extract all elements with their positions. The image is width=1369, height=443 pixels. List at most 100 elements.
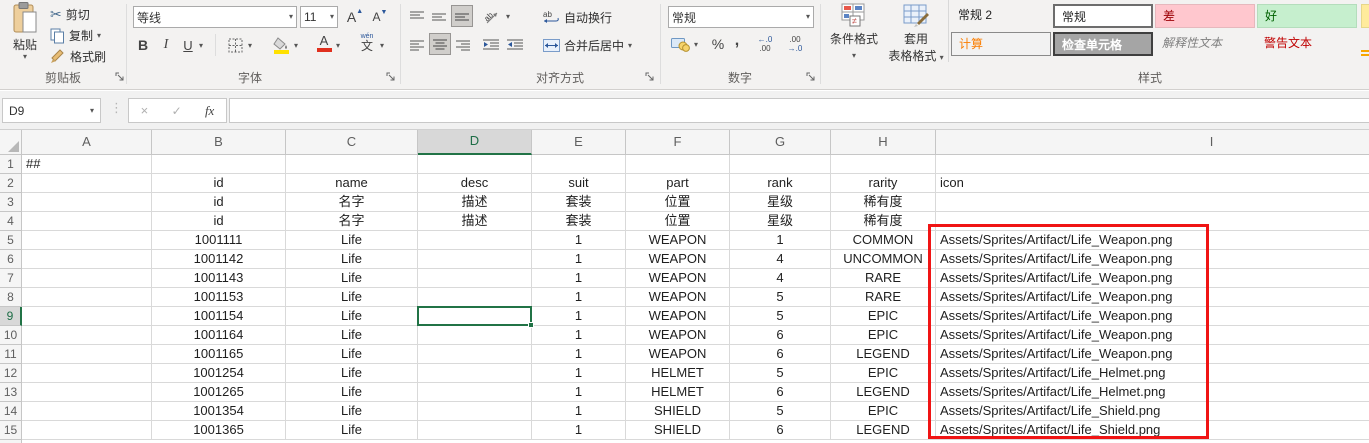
cell-B7[interactable]: 1001143 [152, 269, 286, 288]
cell-B14[interactable]: 1001354 [152, 402, 286, 421]
cell-H8[interactable]: RARE [831, 288, 936, 307]
cell-H12[interactable]: EPIC [831, 364, 936, 383]
cell-G13[interactable]: 6 [730, 383, 831, 402]
increase-indent-button[interactable] [504, 34, 526, 56]
align-bottom-button[interactable] [451, 5, 473, 27]
name-box[interactable]: D9 ▾ [2, 98, 101, 123]
align-right-button[interactable] [453, 34, 473, 56]
cell-H4[interactable]: 稀有度 [831, 212, 936, 231]
cell-F4[interactable]: 位置 [626, 212, 730, 231]
row-header-5[interactable]: 5 [0, 231, 22, 250]
cell-style-check[interactable]: 检查单元格 [1053, 32, 1153, 56]
cell-I15[interactable]: Assets/Sprites/Artifact/Life_Shield.png [936, 421, 1369, 440]
cell-style-calc[interactable]: 计算 [951, 32, 1051, 56]
phonetic-guide-button[interactable]: wén 文 [356, 31, 378, 53]
cell-G11[interactable]: 6 [730, 345, 831, 364]
cell-style-neutral-partial[interactable] [1361, 4, 1369, 28]
cell-I13[interactable]: Assets/Sprites/Artifact/Life_Helmet.png [936, 383, 1369, 402]
column-header-D[interactable]: D [418, 130, 532, 155]
conditional-formatting-button[interactable]: ≠ 条件格式 ▾ [824, 2, 884, 66]
cell-I8[interactable]: Assets/Sprites/Artifact/Life_Weapon.png [936, 288, 1369, 307]
cell-D5[interactable] [418, 231, 532, 250]
cell-F12[interactable]: HELMET [626, 364, 730, 383]
orientation-menu-chevron[interactable]: ▾ [506, 13, 510, 21]
cell-C2[interactable]: name [286, 174, 418, 193]
cell-C14[interactable]: Life [286, 402, 418, 421]
shrink-font-button[interactable]: A▼ [368, 6, 392, 28]
name-box-chevron[interactable]: ▾ [90, 107, 94, 115]
merge-center-button[interactable]: 合并后居中 ▾ [543, 37, 632, 54]
cell-style-normal2[interactable]: 常规 2 [951, 4, 1051, 28]
cell-E12[interactable]: 1 [532, 364, 626, 383]
cell-D3[interactable]: 描述 [418, 193, 532, 212]
cell-H9[interactable]: EPIC [831, 307, 936, 326]
cell-D9[interactable] [418, 307, 532, 326]
cell-C12[interactable]: Life [286, 364, 418, 383]
underline-button[interactable]: U [179, 34, 197, 56]
cell-B6[interactable]: 1001142 [152, 250, 286, 269]
cell-style-good[interactable]: 好 [1257, 4, 1357, 28]
cell-B13[interactable]: 1001265 [152, 383, 286, 402]
cell-I5[interactable]: Assets/Sprites/Artifact/Life_Weapon.png [936, 231, 1369, 250]
row-header-7[interactable]: 7 [0, 269, 22, 288]
cell-I12[interactable]: Assets/Sprites/Artifact/Life_Helmet.png [936, 364, 1369, 383]
cell-E15[interactable]: 1 [532, 421, 626, 440]
cell-H1[interactable] [831, 155, 936, 174]
cell-H15[interactable]: LEGEND [831, 421, 936, 440]
cell-E13[interactable]: 1 [532, 383, 626, 402]
cell-A3[interactable] [22, 193, 152, 212]
row-header-15[interactable]: 15 [0, 421, 22, 440]
cancel-icon[interactable]: × [141, 103, 149, 118]
cell-I6[interactable]: Assets/Sprites/Artifact/Life_Weapon.png [936, 250, 1369, 269]
cell-E2[interactable]: suit [532, 174, 626, 193]
font-name-combo[interactable]: 等线 ▾ [133, 6, 297, 28]
cell-B5[interactable]: 1001111 [152, 231, 286, 250]
cell-I9[interactable]: Assets/Sprites/Artifact/Life_Weapon.png [936, 307, 1369, 326]
cell-F5[interactable]: WEAPON [626, 231, 730, 250]
cell-E1[interactable] [532, 155, 626, 174]
cell-F3[interactable]: 位置 [626, 193, 730, 212]
enter-icon[interactable]: ✓ [172, 104, 182, 118]
cell-H3[interactable]: 稀有度 [831, 193, 936, 212]
fill-color-button[interactable] [270, 34, 294, 56]
cell-A13[interactable] [22, 383, 152, 402]
row-header-11[interactable]: 11 [0, 345, 22, 364]
cell-F11[interactable]: WEAPON [626, 345, 730, 364]
cut-button[interactable]: ✂ 剪切 [50, 6, 90, 23]
cell-F1[interactable] [626, 155, 730, 174]
cell-G10[interactable]: 6 [730, 326, 831, 345]
grow-font-button[interactable]: A▲ [343, 6, 367, 28]
column-header-I[interactable]: I [936, 130, 1369, 155]
column-header-B[interactable]: B [152, 130, 286, 155]
cell-I11[interactable]: Assets/Sprites/Artifact/Life_Weapon.png [936, 345, 1369, 364]
cell-F9[interactable]: WEAPON [626, 307, 730, 326]
accounting-format-button[interactable] [668, 33, 692, 55]
cell-I7[interactable]: Assets/Sprites/Artifact/Life_Weapon.png [936, 269, 1369, 288]
cell-D8[interactable] [418, 288, 532, 307]
cell-A7[interactable] [22, 269, 152, 288]
cell-D11[interactable] [418, 345, 532, 364]
row-header-10[interactable]: 10 [0, 326, 22, 345]
cell-B10[interactable]: 1001164 [152, 326, 286, 345]
underline-menu-chevron[interactable]: ▾ [199, 42, 203, 50]
cell-F15[interactable]: SHIELD [626, 421, 730, 440]
cell-G14[interactable]: 5 [730, 402, 831, 421]
italic-button[interactable]: I [156, 34, 176, 56]
cell-style-bad[interactable]: 差 [1155, 4, 1255, 28]
cell-G12[interactable]: 5 [730, 364, 831, 383]
cell-F13[interactable]: HELMET [626, 383, 730, 402]
cell-G4[interactable]: 星级 [730, 212, 831, 231]
decrease-decimal-button[interactable]: .00 →.0 [782, 33, 808, 55]
insert-function-icon[interactable]: fx [205, 103, 214, 119]
align-center-button[interactable] [429, 33, 451, 55]
cell-H10[interactable]: EPIC [831, 326, 936, 345]
cell-G5[interactable]: 1 [730, 231, 831, 250]
cell-G8[interactable]: 5 [730, 288, 831, 307]
bold-button[interactable]: B [133, 34, 153, 56]
cell-B3[interactable]: id [152, 193, 286, 212]
borders-menu-chevron[interactable]: ▾ [248, 42, 252, 50]
cell-E5[interactable]: 1 [532, 231, 626, 250]
select-all-corner[interactable] [0, 130, 22, 155]
cell-C6[interactable]: Life [286, 250, 418, 269]
font-size-combo[interactable]: 11 ▾ [300, 6, 338, 28]
